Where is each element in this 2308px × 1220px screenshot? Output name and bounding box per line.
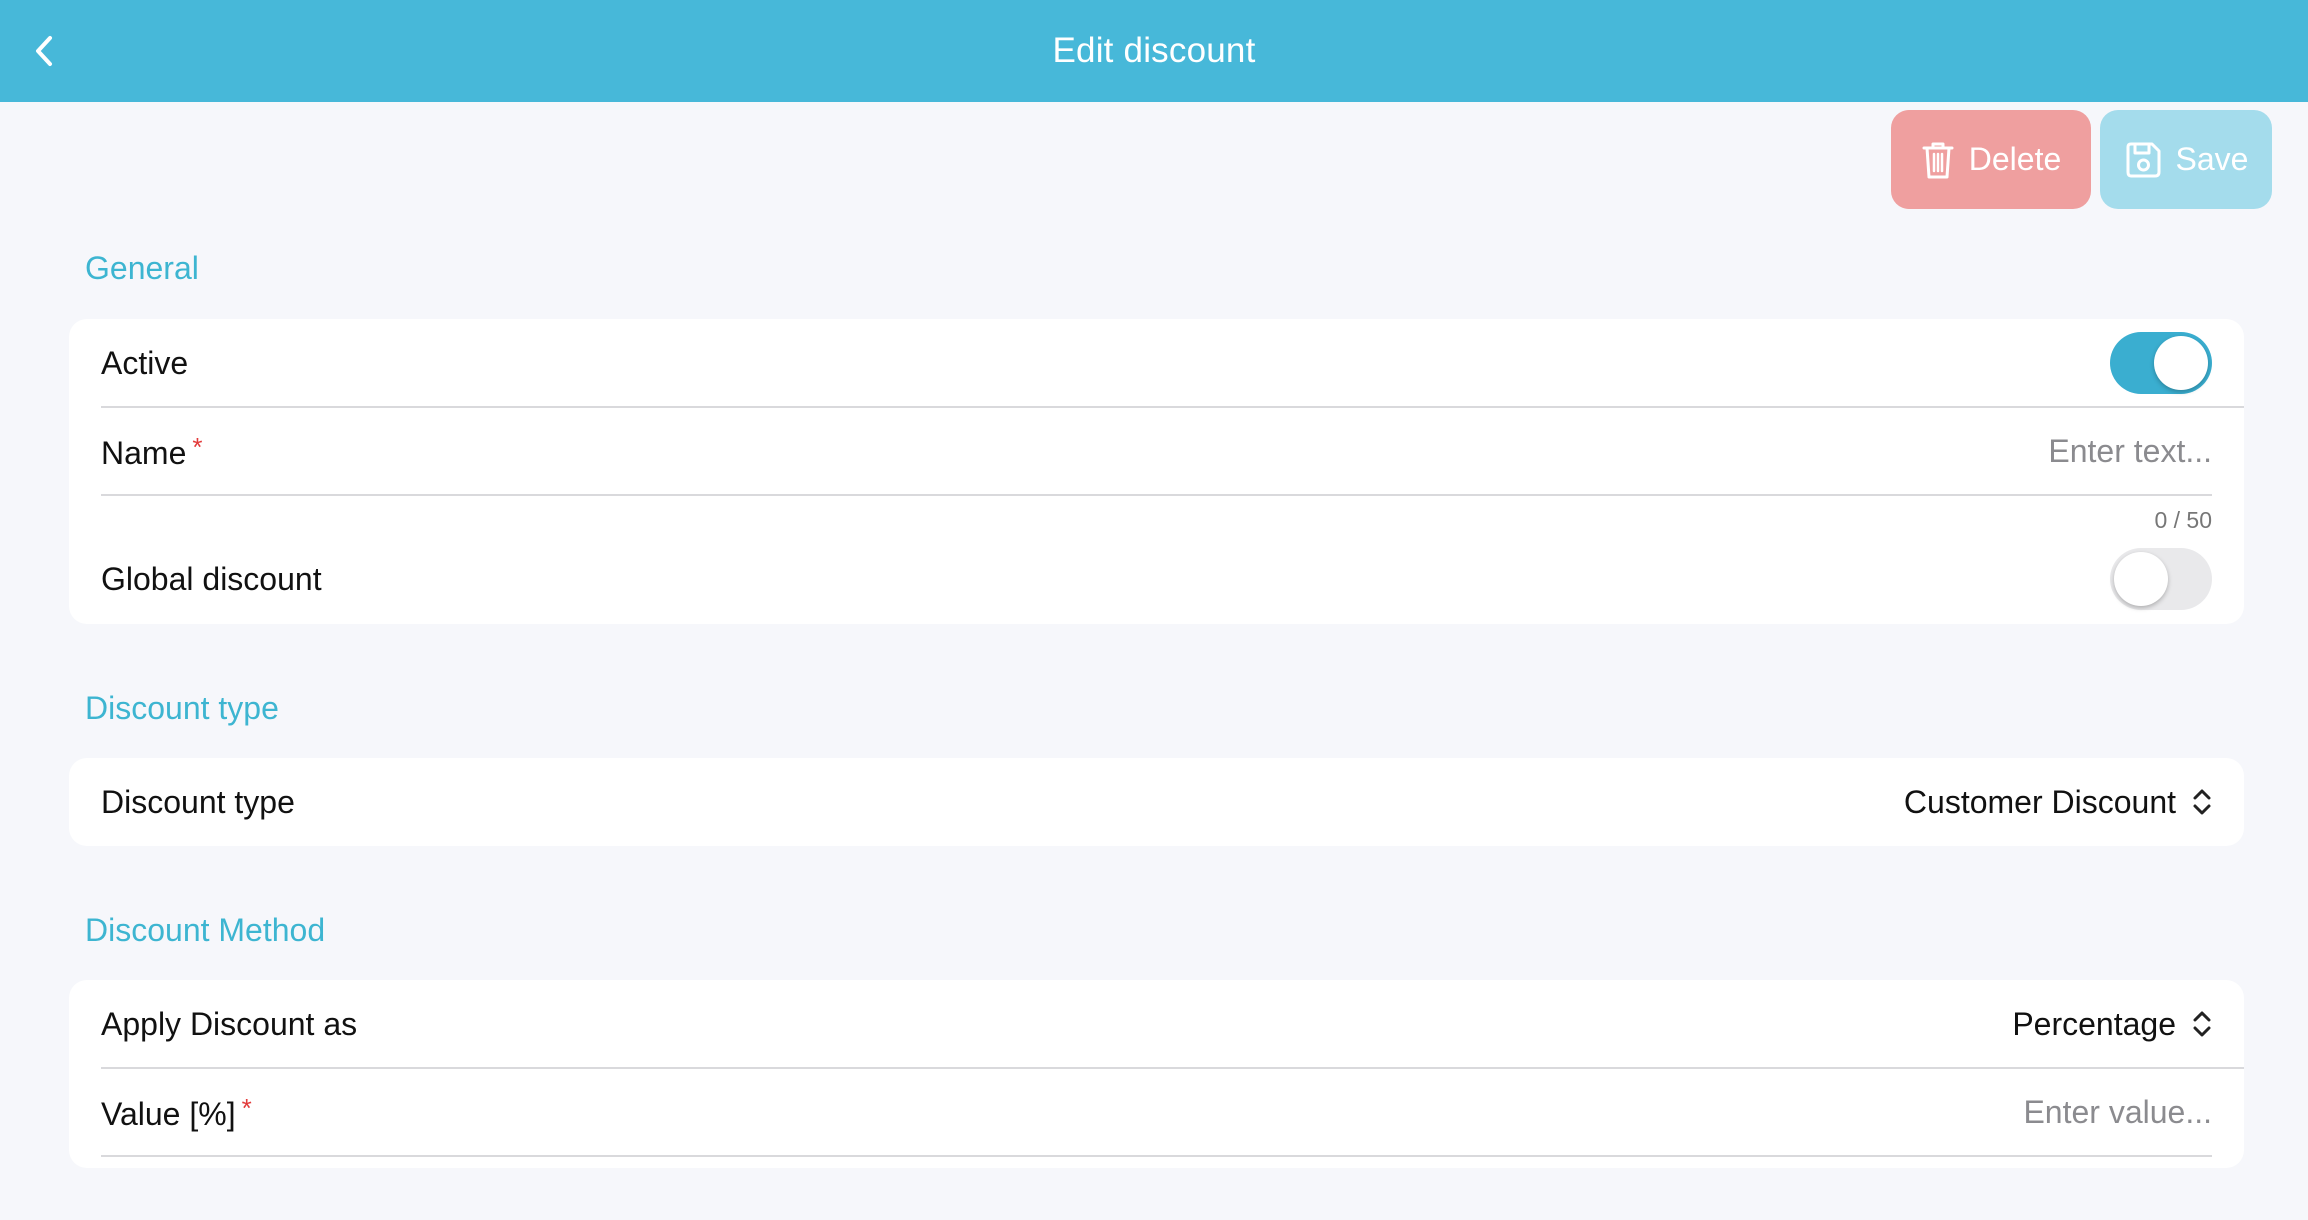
value-input[interactable]	[1312, 1094, 2212, 1131]
name-label: Name *	[101, 431, 203, 471]
name-input[interactable]	[1312, 433, 2212, 470]
chevron-up-down-icon	[2193, 1011, 2211, 1037]
required-asterisk: *	[192, 431, 203, 462]
chevron-up-down-icon	[2193, 789, 2211, 815]
discount-type-label: Discount type	[101, 783, 295, 820]
section-title-general: General	[85, 250, 199, 286]
global-discount-label: Global discount	[101, 560, 322, 597]
floppy-disk-icon	[2126, 142, 2161, 177]
section-title-discount-method: Discount Method	[85, 912, 326, 948]
global-discount-toggle[interactable]	[2110, 548, 2212, 610]
page-title: Edit discount	[1052, 31, 1256, 70]
name-row: Name *	[69, 408, 2244, 495]
save-button-label: Save	[2175, 141, 2249, 177]
global-discount-row: Global discount	[69, 539, 2244, 619]
delete-button[interactable]: Delete	[1891, 110, 2091, 209]
value-label: Value [%] *	[101, 1092, 252, 1132]
apply-discount-label: Apply Discount as	[101, 1005, 358, 1042]
trash-icon	[1922, 142, 1954, 178]
active-toggle[interactable]	[2110, 332, 2212, 394]
active-row: Active	[69, 319, 2244, 407]
value-input-underline	[101, 1155, 2212, 1157]
value-row: Value [%] *	[69, 1069, 2244, 1156]
chevron-left-icon	[36, 36, 52, 66]
discount-type-value: Customer Discount	[1903, 783, 2176, 820]
required-asterisk: *	[241, 1092, 252, 1123]
back-button[interactable]	[14, 21, 74, 81]
discount-type-row: Discount type Customer Discount	[69, 758, 2244, 846]
active-label: Active	[101, 344, 189, 381]
save-button[interactable]: Save	[2100, 110, 2272, 209]
discount-method-card: Apply Discount as Percentage Value [%] *	[69, 980, 2244, 1168]
discount-type-select[interactable]: Customer Discount	[1904, 784, 2212, 821]
delete-button-label: Delete	[1968, 141, 2062, 177]
apply-discount-value: Percentage	[2012, 1005, 2176, 1042]
name-input-underline	[101, 494, 2212, 496]
apply-discount-row: Apply Discount as Percentage	[69, 980, 2244, 1068]
section-title-discount-type: Discount type	[85, 690, 279, 726]
top-bar: Edit discount	[0, 0, 2308, 102]
name-char-counter: 0 / 50	[2154, 507, 2212, 533]
apply-discount-select[interactable]: Percentage	[2012, 1006, 2212, 1043]
discount-type-card: Discount type Customer Discount	[69, 758, 2244, 846]
general-card: Active Name* 0 / 50 Global discount	[69, 319, 2244, 624]
